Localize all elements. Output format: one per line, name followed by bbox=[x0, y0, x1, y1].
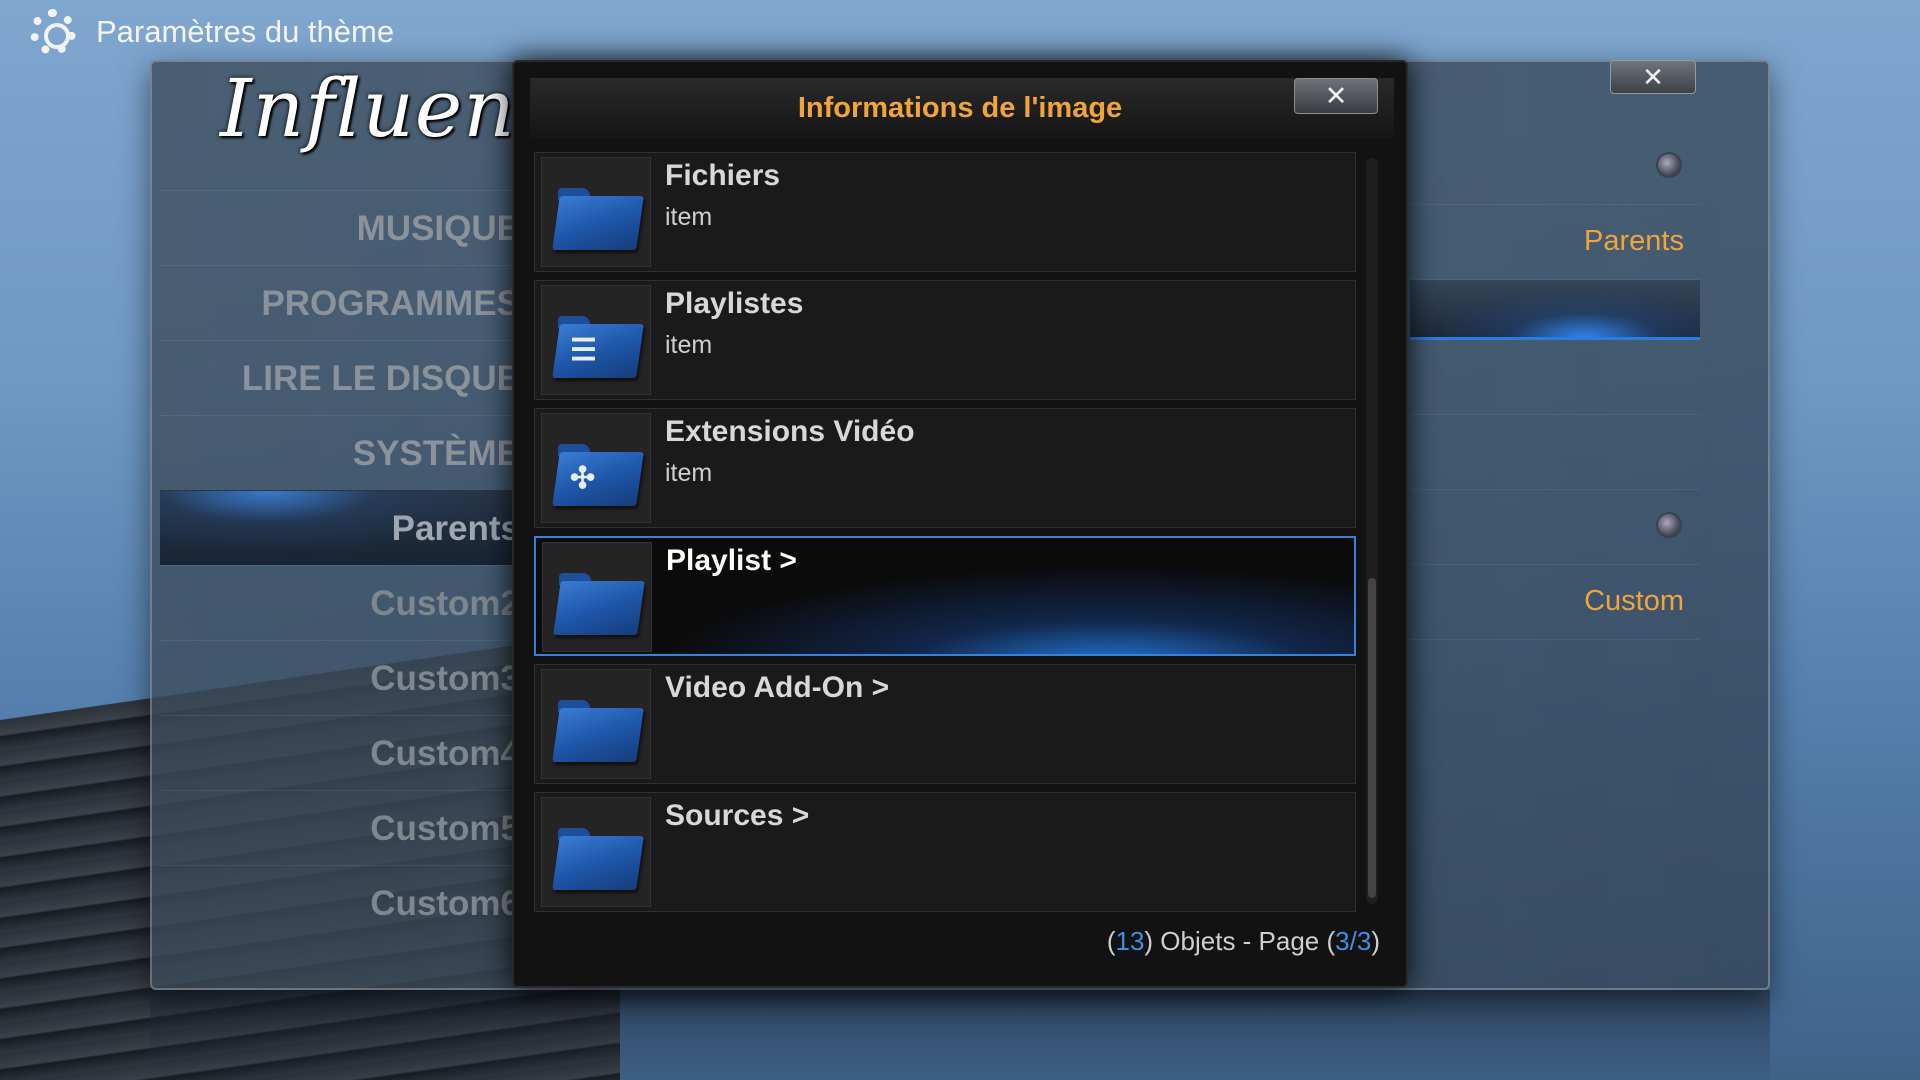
item-thumbnail bbox=[542, 542, 652, 652]
gear-icon bbox=[30, 9, 76, 55]
menu-item-custom4[interactable]: Custom4 bbox=[160, 715, 520, 790]
item-title: Video Add-On > bbox=[665, 671, 890, 704]
list-item-selected[interactable]: Playlist > bbox=[534, 536, 1356, 656]
menu-item-custom5[interactable]: Custom5 bbox=[160, 790, 520, 865]
list-item[interactable]: Sources > bbox=[534, 792, 1356, 912]
list-item[interactable]: Video Add-On > bbox=[534, 664, 1356, 784]
item-title: Fichiers bbox=[665, 159, 781, 192]
list-item[interactable]: Fichiers item bbox=[534, 152, 1356, 272]
menu-item-programmes[interactable]: PROGRAMMES bbox=[160, 265, 520, 340]
menu-item-lire-le-disque[interactable]: LIRE LE DISQUE bbox=[160, 340, 520, 415]
item-thumbnail bbox=[541, 669, 651, 779]
item-thumbnail: ✣ bbox=[541, 413, 651, 523]
image-info-dialog: Informations de l'image ✕ Fichiers item … bbox=[512, 60, 1408, 988]
menu-item-parents[interactable]: Parents bbox=[160, 490, 520, 565]
list-item[interactable]: ✣ Extensions Vidéo item bbox=[534, 408, 1356, 528]
setting-row-empty-1[interactable] bbox=[1410, 340, 1700, 415]
item-title: Playlistes bbox=[665, 287, 804, 320]
page-number: 3/3 bbox=[1335, 926, 1372, 956]
folder-icon bbox=[552, 700, 644, 762]
folder-icon bbox=[552, 828, 644, 890]
page-title: Paramètres du thème bbox=[96, 14, 395, 49]
menu-item-systeme[interactable]: SYSTÈME bbox=[160, 415, 520, 490]
setting-row-parents[interactable]: Parents bbox=[1410, 205, 1700, 280]
setting-row-empty-2[interactable] bbox=[1410, 415, 1700, 490]
setting-row-toggle-1[interactable] bbox=[1410, 130, 1700, 205]
menu-item-custom6[interactable]: Custom6 bbox=[160, 865, 520, 940]
item-title: Playlist > bbox=[666, 544, 797, 577]
menu-item-custom2[interactable]: Custom2 bbox=[160, 565, 520, 640]
folder-icon bbox=[552, 188, 644, 250]
item-count: 13 bbox=[1115, 926, 1145, 956]
settings-values-column: Parents Custom bbox=[1410, 130, 1700, 640]
radio-toggle-icon[interactable] bbox=[1656, 512, 1682, 538]
list-scrollbar[interactable] bbox=[1366, 158, 1378, 904]
folder-icon bbox=[553, 573, 645, 635]
item-subtitle: item bbox=[665, 459, 713, 487]
scrollbar-thumb[interactable] bbox=[1368, 578, 1376, 898]
objects-page-label: Objets - Page bbox=[1160, 926, 1320, 956]
setting-row-toggle-2[interactable] bbox=[1410, 490, 1700, 565]
item-thumbnail: ☰ bbox=[541, 285, 651, 395]
dialog-close-button[interactable]: ✕ bbox=[1294, 78, 1378, 114]
menu-item-musique[interactable]: MUSIQUE bbox=[160, 190, 520, 265]
item-thumbnail bbox=[541, 157, 651, 267]
settings-close-button[interactable]: ✕ bbox=[1610, 60, 1696, 94]
setting-row-custom[interactable]: Custom bbox=[1410, 565, 1700, 640]
item-subtitle: item bbox=[665, 203, 713, 231]
item-title: Sources > bbox=[665, 799, 810, 832]
list-item[interactable]: ☰ Playlistes item bbox=[534, 280, 1356, 400]
setting-value-parents: Parents bbox=[1584, 225, 1684, 257]
settings-category-menu: MUSIQUE PROGRAMMES LIRE LE DISQUE SYSTÈM… bbox=[160, 190, 520, 940]
menu-item-custom3[interactable]: Custom3 bbox=[160, 640, 520, 715]
item-title: Extensions Vidéo bbox=[665, 415, 915, 448]
setting-row-highlight bbox=[1410, 280, 1700, 340]
playlist-folder-icon: ☰ bbox=[552, 316, 644, 378]
page-counter: (13) Objets - Page (3/3) bbox=[1106, 926, 1380, 956]
video-addon-folder-icon: ✣ bbox=[552, 444, 644, 506]
dialog-title: Informations de l'image bbox=[797, 92, 1123, 124]
setting-value-custom: Custom bbox=[1584, 585, 1684, 617]
radio-toggle-icon[interactable] bbox=[1656, 152, 1682, 178]
item-thumbnail bbox=[541, 797, 651, 907]
item-subtitle: item bbox=[665, 331, 713, 359]
background-reflection bbox=[150, 990, 1770, 1080]
source-list: Fichiers item ☰ Playlistes item ✣ Extens… bbox=[534, 152, 1356, 920]
top-header: Paramètres du thème bbox=[30, 8, 394, 56]
